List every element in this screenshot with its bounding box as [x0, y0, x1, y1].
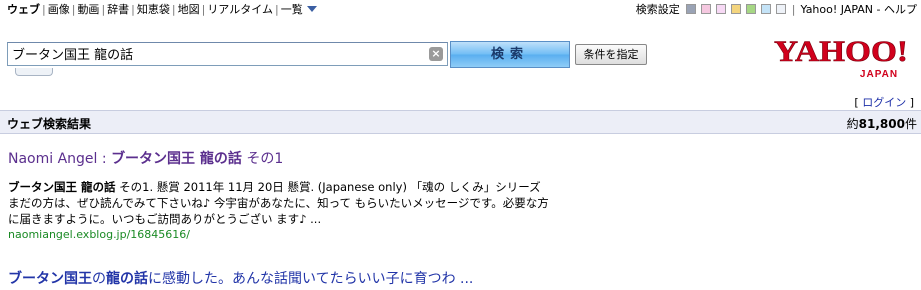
theme-swatch-7[interactable] — [775, 4, 786, 14]
tab-images[interactable]: 画像 — [48, 3, 70, 16]
logo-sub: JAPAN — [860, 69, 898, 80]
snippet-highlight: ブータン国王 龍の話 — [8, 180, 116, 194]
tab-video[interactable]: 動画 — [77, 3, 99, 16]
tab-chiebukuro[interactable]: 知恵袋 — [137, 3, 170, 16]
login-area: [ ログイン ] — [854, 94, 914, 110]
clear-icon[interactable]: × — [429, 47, 443, 61]
top-right-links: 検索設定 | Yahoo! JAPAN - ヘルプ — [636, 1, 917, 17]
theme-swatch-5[interactable] — [745, 4, 756, 14]
search-result: ブータン国王の龍の話に感動した。あんな話聞いてたらいい子に育つわ ... — [8, 268, 473, 288]
result-title-part: その1 — [241, 151, 284, 167]
results-header: ウェブ検索結果 約81,800件 — [0, 110, 921, 134]
snippet-line: その1. 懸賞 2011年 11月 20日 懸賞. (Japanese only… — [115, 180, 541, 194]
divider: | — [101, 3, 106, 16]
login-link[interactable]: ログイン — [862, 96, 906, 109]
suggest-toggle-tab[interactable] — [15, 68, 53, 76]
tab-map[interactable]: 地図 — [178, 3, 200, 16]
result-title-part: の — [92, 271, 106, 287]
divider: | — [791, 2, 796, 16]
result-title-link[interactable]: ブータン国王の龍の話に感動した。あんな話聞いてたらいい子に育つわ ... — [8, 268, 473, 288]
result-title-highlight: 龍の話 — [106, 271, 148, 287]
snippet-line: まだの方は、ぜひ読んでみて下さいね♪ 今宇宙があなたに、知って もらいたいメッセ… — [8, 196, 549, 210]
results-count: 約81,800件 — [847, 115, 917, 132]
result-snippet: ブータン国王 龍の話 その1. 懸賞 2011年 11月 20日 懸賞. (Ja… — [8, 179, 578, 227]
tab-web[interactable]: ウェブ — [7, 3, 40, 16]
bracket: ] — [909, 96, 914, 109]
divider: | — [71, 3, 76, 16]
divider: | — [131, 3, 135, 16]
logo-wordmark: YAHOO! — [774, 36, 908, 68]
tab-list-label: 一覧 — [280, 3, 303, 16]
count-suffix: 件 — [904, 117, 917, 131]
result-title-highlight: ブータン国王 龍の話 — [111, 151, 242, 167]
theme-swatch-2[interactable] — [700, 4, 711, 14]
results-title: ウェブ検索結果 — [7, 117, 92, 131]
tab-dictionary[interactable]: 辞書 — [107, 3, 129, 16]
result-title-part: Naomi Angel : — [8, 151, 112, 167]
result-title-highlight: ブータン国王 — [8, 271, 92, 287]
chevron-down-icon — [306, 6, 317, 12]
advanced-search-button[interactable]: 条件を指定 — [575, 44, 647, 65]
divider: | — [201, 3, 206, 16]
search-field-container: × — [7, 42, 448, 66]
theme-swatch-4[interactable] — [730, 4, 741, 14]
count-prefix: 約 — [846, 117, 859, 131]
bracket: [ — [854, 96, 859, 109]
yahoo-japan-logo[interactable]: YAHOO! JAPAN — [771, 36, 911, 80]
divider: | — [171, 3, 176, 16]
snippet-line: に届きますように。いつもご訪問ありがとうござい ます♪ ... — [8, 212, 322, 226]
divider: | — [42, 3, 46, 16]
theme-swatch-3[interactable] — [715, 4, 726, 14]
tab-list-menu[interactable]: 一覧 — [281, 3, 317, 16]
yahoo-japan-help-link[interactable]: Yahoo! JAPAN - ヘルプ — [800, 1, 917, 17]
result-url[interactable]: naomiangel.exblog.jp/16845616/ — [8, 228, 578, 241]
search-input[interactable] — [8, 43, 418, 64]
vertical-tabs: ウェブ | 画像 | 動画 | 辞書 | 知恵袋 | 地図 | リアルタイム | 一覧 — [7, 1, 317, 17]
tab-realtime[interactable]: リアルタイム — [207, 3, 273, 16]
theme-swatch-1[interactable] — [685, 4, 696, 14]
divider: | — [274, 3, 279, 16]
search-settings-link[interactable]: 検索設定 — [636, 1, 680, 17]
result-title-part: に感動した。あんな話聞いてたらいい子に育つわ ... — [148, 271, 474, 287]
search-button[interactable]: 検索 — [450, 41, 570, 68]
theme-swatch-6[interactable] — [760, 4, 771, 14]
count-number: 81,800 — [858, 117, 905, 131]
result-title-link[interactable]: Naomi Angel : ブータン国王 龍の話 その1 — [8, 148, 578, 168]
search-result: Naomi Angel : ブータン国王 龍の話 その1 ブータン国王 龍の話 … — [8, 148, 578, 241]
top-navigation: ウェブ | 画像 | 動画 | 辞書 | 知恵袋 | 地図 | リアルタイム | 一覧 検索設定 | Yah… — [0, 0, 921, 17]
